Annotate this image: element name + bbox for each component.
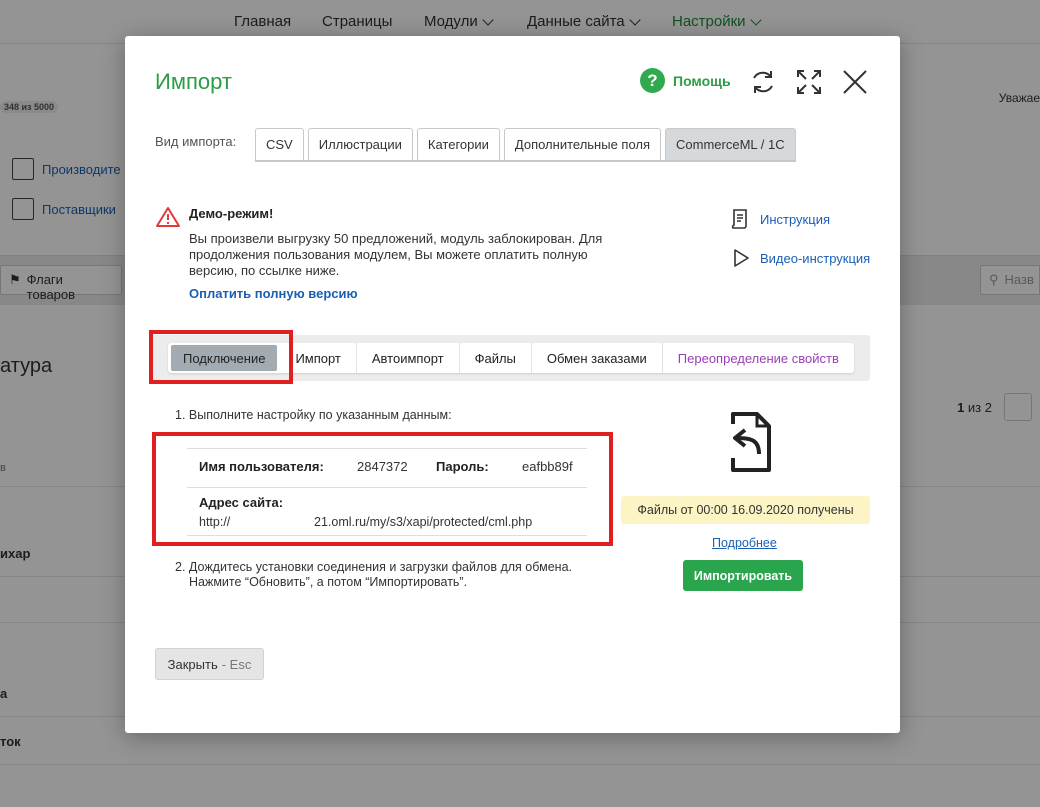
- tab-autoimport[interactable]: Автоимпорт: [357, 343, 460, 373]
- fullscreen-icon[interactable]: [795, 68, 823, 96]
- import-type-label: Вид импорта:: [155, 134, 237, 149]
- tab-files[interactable]: Файлы: [460, 343, 532, 373]
- tab-property-override[interactable]: Переопределение свойств: [663, 343, 854, 373]
- tab-order-exchange[interactable]: Обмен заказами: [532, 343, 663, 373]
- tab-additional-fields[interactable]: Дополнительные поля: [503, 128, 662, 160]
- help-button[interactable]: ? Помощь: [640, 68, 731, 93]
- instruction-label: Инструкция: [760, 211, 830, 227]
- help-icon: ?: [640, 68, 665, 93]
- close-icon[interactable]: [841, 68, 869, 96]
- step-2-line-2: Нажмите “Обновить”, а потом “Импортирова…: [189, 575, 468, 589]
- pay-full-version-link[interactable]: Оплатить полную версию: [189, 286, 358, 301]
- demo-text: Вы произвели выгрузку 50 предложений, мо…: [189, 231, 603, 278]
- step-2-line-1: 2. Дождитесь установки соединения и загр…: [175, 560, 572, 574]
- files-status: Файлы от 00:00 16.09.2020 получены: [621, 496, 870, 524]
- tab-csv[interactable]: CSV: [255, 128, 304, 160]
- refresh-icon[interactable]: [749, 68, 777, 96]
- tab-commerceml[interactable]: CommerceML / 1C: [665, 128, 796, 160]
- document-icon: [731, 209, 747, 229]
- close-label: Закрыть: [167, 656, 218, 672]
- close-button[interactable]: Закрыть - Esc: [155, 648, 264, 680]
- import-modal: Импорт ? Помощь Вид импорта: CSV Иллюстр…: [125, 36, 900, 733]
- play-icon: [734, 249, 749, 267]
- demo-title: Демо-режим!: [189, 206, 274, 221]
- help-label: Помощь: [673, 72, 731, 89]
- video-instruction-label: Видео-инструкция: [760, 250, 871, 266]
- import-button[interactable]: Импортировать: [683, 560, 803, 591]
- details-link[interactable]: Подробнее: [712, 536, 777, 550]
- file-import-icon: [731, 412, 771, 472]
- instruction-link[interactable]: Инструкция: [730, 208, 830, 230]
- video-instruction-link[interactable]: Видео-инструкция: [730, 247, 870, 269]
- tab-categories[interactable]: Категории: [416, 128, 500, 160]
- import-type-tabs: CSV Иллюстрации Категории Дополнительные…: [255, 128, 796, 162]
- warning-icon: [156, 207, 180, 227]
- highlight-box-connection: [149, 330, 293, 384]
- highlight-box-credentials: [152, 432, 613, 546]
- modal-title: Импорт: [155, 69, 232, 94]
- tab-illustrations[interactable]: Иллюстрации: [307, 128, 413, 160]
- step-1-text: 1. Выполните настройку по указанным данн…: [175, 408, 452, 422]
- esc-hint: - Esc: [221, 656, 252, 672]
